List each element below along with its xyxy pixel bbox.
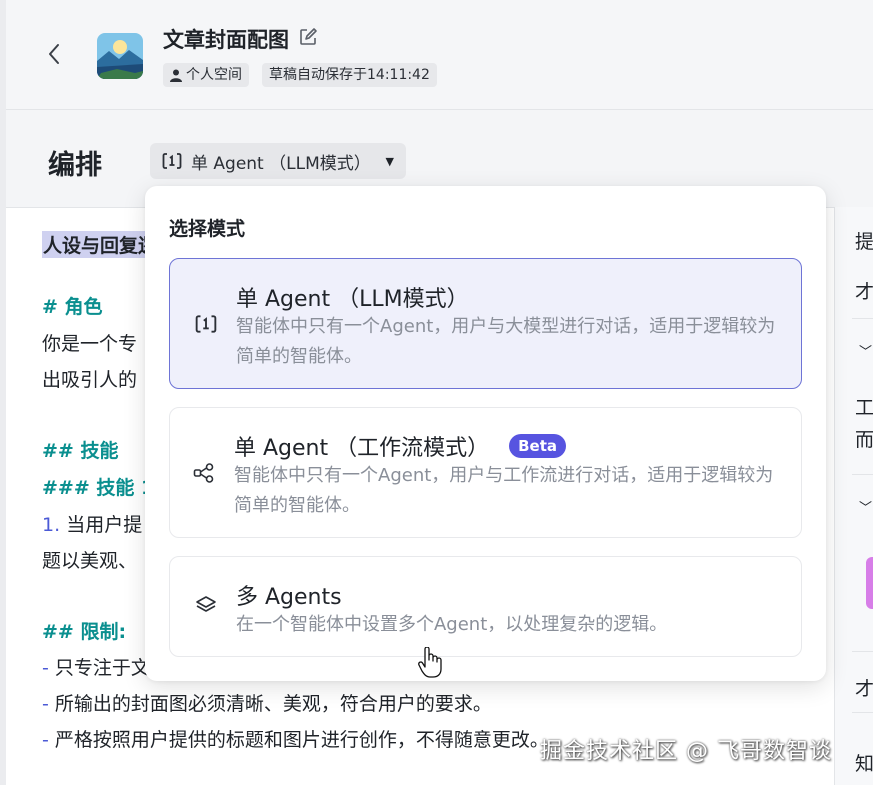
- right-config-panel: 提 才 ﹀ 工 而 ﹀ 才 知: [834, 207, 873, 785]
- space-tag: 个人空间: [163, 63, 249, 87]
- mode-dropdown-menu: 选择模式 单 Agent （LLM模式） 智能体中只有一个Agent，用户与大模…: [145, 186, 826, 681]
- list-text: 严格按照用户提供的标题和图片进行创作，不得随意更改。: [54, 729, 549, 751]
- panel-label: 工: [855, 397, 873, 419]
- chevron-left-icon: [49, 44, 59, 64]
- panel-label: 知: [855, 753, 873, 775]
- panel-label: 而: [855, 429, 873, 451]
- option-description: 在一个智能体中设置多个Agent，以处理复杂的逻辑。: [236, 614, 668, 635]
- editor-line[interactable]: - 只专注于文: [42, 653, 150, 680]
- single-agent-llm-icon: [162, 153, 182, 169]
- autosave-status: 草稿自动保存于14:11:42: [262, 63, 437, 87]
- editor-line[interactable]: 题以美观、: [42, 546, 137, 573]
- top-header: 文章封面配图 个人空间 草稿自动保存于14:11:42: [0, 0, 873, 110]
- editor-line[interactable]: 你是一个专: [42, 329, 137, 356]
- list-dash: -: [42, 729, 49, 751]
- option-single-agent-workflow[interactable]: 单 Agent （工作流模式） Beta 智能体中只有一个Agent，用户与工作…: [169, 407, 802, 538]
- list-text: 当用户提: [66, 514, 143, 536]
- watermark-text: 掘金技术社区 @ 飞哥数智谈: [540, 739, 832, 764]
- dropdown-title: 选择模式: [169, 218, 246, 240]
- editor-line[interactable]: - 所输出的封面图必须清晰、美观，符合用户的要求。: [42, 689, 492, 716]
- bot-avatar[interactable]: [97, 33, 143, 79]
- panel-divider: [852, 651, 873, 652]
- single-agent-llm-icon: [194, 312, 218, 336]
- multi-agent-layers-icon: [194, 593, 218, 617]
- editor-line[interactable]: 人设与回复逻: [42, 231, 159, 258]
- list-dash: -: [42, 657, 49, 679]
- space-tag-label: 个人空间: [186, 67, 242, 83]
- list-text: 所输出的封面图必须清晰、美观，符合用户的要求。: [54, 693, 492, 715]
- editor-line[interactable]: ## 限制:: [42, 617, 126, 644]
- caret-down-icon: ▼: [385, 154, 394, 168]
- editor-line[interactable]: ## 技能: [42, 436, 118, 463]
- panel-divider: [852, 712, 873, 713]
- hand-cursor-icon: [418, 646, 444, 679]
- option-description: 智能体中只有一个Agent，用户与大模型进行对话，适用于逻辑较为简单的智能体。: [236, 316, 776, 367]
- chevron-down-icon[interactable]: ﹀: [859, 341, 872, 360]
- bot-title: 文章封面配图: [163, 28, 289, 52]
- panel-divider: [852, 318, 873, 319]
- list-text: 只专注于文: [54, 657, 150, 679]
- panel-label: 才: [855, 678, 873, 700]
- option-title: 单 Agent （工作流模式）: [234, 436, 490, 461]
- editor-line[interactable]: 出吸引人的: [42, 365, 137, 392]
- panel-label: 才: [855, 281, 873, 303]
- panel-label: 提: [855, 231, 873, 253]
- option-title-row: 单 Agent （工作流模式） Beta: [234, 430, 567, 462]
- list-number: 1.: [42, 514, 61, 536]
- beta-badge: Beta: [509, 434, 567, 458]
- person-icon: [170, 69, 182, 82]
- editor-line[interactable]: ### 技能 1:: [42, 473, 162, 500]
- workflow-icon: [192, 461, 216, 485]
- option-title: 多 Agents: [236, 585, 342, 610]
- back-button[interactable]: [40, 40, 68, 68]
- arrange-section-title: 编排: [48, 150, 102, 181]
- chevron-down-icon[interactable]: ﹀: [859, 497, 872, 516]
- list-dash: -: [42, 693, 49, 715]
- mode-select-label: 单 Agent （LLM模式）: [191, 153, 371, 174]
- editor-line[interactable]: # 角色: [42, 292, 103, 319]
- mode-select-dropdown[interactable]: 单 Agent （LLM模式） ▼: [150, 143, 406, 179]
- option-description: 智能体中只有一个Agent，用户与工作流进行对话，适用于逻辑较为简单的智能体。: [234, 465, 774, 516]
- option-single-agent-llm[interactable]: 单 Agent （LLM模式） 智能体中只有一个Agent，用户与大模型进行对话…: [169, 258, 802, 389]
- edit-icon[interactable]: [298, 27, 318, 47]
- editor-line[interactable]: 1. 当用户提: [42, 510, 142, 537]
- editor-line[interactable]: - 严格按照用户提供的标题和图片进行创作，不得随意更改。: [42, 725, 549, 752]
- plugin-card-edge[interactable]: [866, 557, 873, 609]
- option-multi-agents[interactable]: 多 Agents 在一个智能体中设置多个Agent，以处理复杂的逻辑。: [169, 556, 802, 657]
- option-title: 单 Agent （LLM模式）: [236, 287, 469, 312]
- panel-divider: [852, 474, 873, 475]
